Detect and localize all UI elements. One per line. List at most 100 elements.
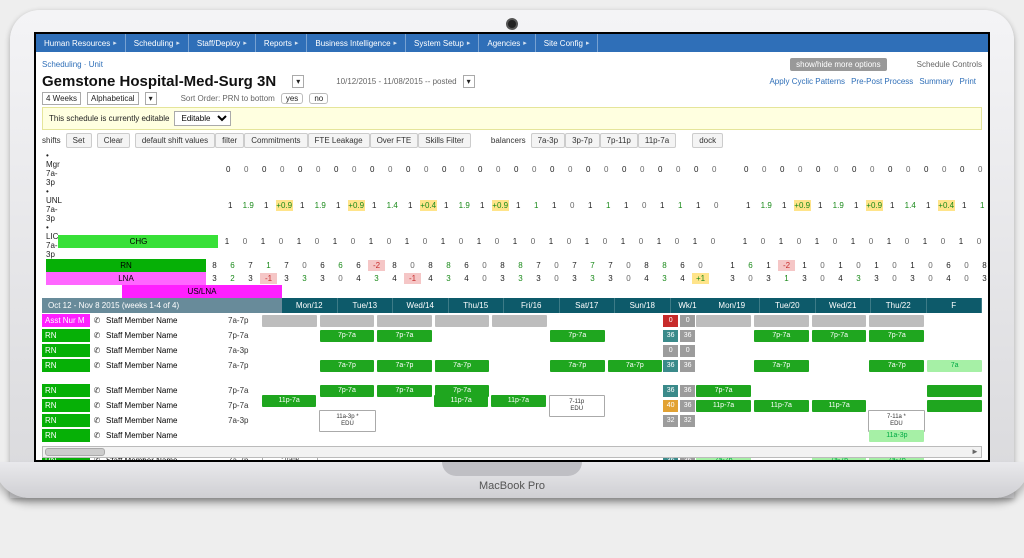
- shift-slot[interactable]: [608, 315, 663, 327]
- shift-slot[interactable]: 11a-3p: [869, 430, 924, 442]
- shift-slot[interactable]: [928, 410, 982, 422]
- nav-scheduling[interactable]: Scheduling▸: [126, 34, 189, 52]
- shift-slot[interactable]: [812, 430, 867, 442]
- shift-slot[interactable]: [377, 345, 432, 357]
- shift-slot[interactable]: [377, 315, 432, 327]
- shift-slot[interactable]: [435, 330, 490, 342]
- weeks-select[interactable]: 4 Weeks: [42, 92, 81, 105]
- shift-slot[interactable]: [550, 315, 605, 327]
- shift-slot[interactable]: 7a-7p: [435, 360, 490, 372]
- shift-slot[interactable]: 7a-7p: [550, 360, 605, 372]
- shift-slot[interactable]: [379, 410, 433, 422]
- toggle-options[interactable]: show/hide more options: [790, 58, 887, 71]
- shift-slot[interactable]: 7p-7a: [377, 330, 432, 342]
- shift-slot[interactable]: [754, 430, 809, 442]
- shift-slot[interactable]: [377, 395, 431, 407]
- shift-slot[interactable]: [696, 315, 751, 327]
- shift-slot[interactable]: [492, 345, 547, 357]
- shift-slot[interactable]: [754, 385, 809, 397]
- clear-button[interactable]: Clear: [97, 133, 130, 148]
- unit-dropdown-arrow[interactable]: ▾: [292, 75, 304, 88]
- nav-business-intelligence[interactable]: Business Intelligence▸: [307, 34, 406, 52]
- staff-name[interactable]: Staff Member Name: [104, 346, 224, 355]
- control-print[interactable]: Print: [960, 77, 976, 86]
- nav-reports[interactable]: Reports▸: [256, 34, 308, 52]
- shift-slot[interactable]: 7p-7a: [812, 330, 867, 342]
- control-apply-cyclic-patterns[interactable]: Apply Cyclic Patterns: [769, 77, 845, 86]
- shift-slot[interactable]: 7p-7a: [320, 330, 375, 342]
- shift-slot[interactable]: [696, 410, 750, 422]
- staff-name[interactable]: Staff Member Name: [104, 361, 224, 370]
- shift-slot[interactable]: 7a: [927, 360, 982, 372]
- shift-slot[interactable]: [754, 315, 809, 327]
- set-button[interactable]: Set: [66, 133, 92, 148]
- control-pre-post-process[interactable]: Pre-Post Process: [851, 77, 913, 86]
- shift-slot[interactable]: [927, 345, 982, 357]
- phone-icon[interactable]: ✆: [90, 416, 104, 425]
- shift-slot[interactable]: [493, 410, 547, 422]
- filter-skills-filter[interactable]: Skills Filter: [418, 133, 471, 148]
- shift-slot[interactable]: 11p-7a: [262, 395, 316, 407]
- shift-slot[interactable]: [262, 330, 317, 342]
- phone-icon[interactable]: ✆: [90, 386, 104, 395]
- staff-name[interactable]: Staff Member Name: [104, 431, 224, 440]
- shift-slot[interactable]: [927, 385, 982, 397]
- staff-name[interactable]: Staff Member Name: [104, 386, 224, 395]
- shift-slot[interactable]: 7p-7a: [869, 330, 924, 342]
- phone-icon[interactable]: ✆: [90, 431, 104, 440]
- shift-slot[interactable]: [320, 315, 375, 327]
- shift-slot[interactable]: [262, 430, 317, 442]
- shift-slot[interactable]: [608, 345, 663, 357]
- shift-slot[interactable]: [696, 330, 751, 342]
- balancer-7p-11p[interactable]: 7p-11p: [600, 133, 638, 148]
- shift-slot[interactable]: [696, 345, 751, 357]
- nav-staff-deploy[interactable]: Staff/Deploy▸: [189, 34, 256, 52]
- shift-slot[interactable]: [435, 315, 490, 327]
- shift-slot[interactable]: 7a-7p: [869, 360, 924, 372]
- shift-slot[interactable]: [492, 330, 547, 342]
- shift-slot[interactable]: [436, 410, 490, 422]
- shift-slot[interactable]: [927, 430, 982, 442]
- shift-slot[interactable]: 7a-7p: [320, 360, 375, 372]
- dock-button[interactable]: dock: [692, 133, 723, 148]
- staff-name[interactable]: Staff Member Name: [104, 316, 224, 325]
- sort-no[interactable]: no: [309, 93, 328, 104]
- shift-slot[interactable]: [869, 315, 924, 327]
- shift-slot[interactable]: [262, 345, 317, 357]
- nav-human-resources[interactable]: Human Resources▸: [36, 34, 126, 52]
- shift-slot[interactable]: [262, 410, 316, 422]
- shift-slot[interactable]: [320, 430, 375, 442]
- shift-slot[interactable]: [435, 345, 490, 357]
- scroll-right-arrow[interactable]: ►: [969, 447, 981, 457]
- filter-commitments[interactable]: Commitments: [244, 133, 307, 148]
- shift-slot[interactable]: 7a-7p: [754, 360, 809, 372]
- shift-slot[interactable]: [927, 315, 982, 327]
- shift-slot[interactable]: 7p-7a: [696, 385, 751, 397]
- staff-name[interactable]: Staff Member Name: [104, 331, 224, 340]
- control-summary[interactable]: Summary: [919, 77, 953, 86]
- shift-slot[interactable]: [754, 410, 808, 422]
- shift-slot[interactable]: 7p-7a: [754, 330, 809, 342]
- balancer-11p-7a[interactable]: 11p-7a: [638, 133, 676, 148]
- filter-default-shift-values[interactable]: default shift values: [135, 133, 215, 148]
- sort-select[interactable]: Alphabetical: [87, 92, 139, 105]
- shift-slot[interactable]: 11p-7a: [434, 395, 488, 407]
- phone-icon[interactable]: ✆: [90, 401, 104, 410]
- shift-slot[interactable]: [262, 315, 317, 327]
- shift-slot[interactable]: 7a-7p: [608, 360, 663, 372]
- shift-slot[interactable]: [492, 315, 547, 327]
- staff-name[interactable]: Staff Member Name: [104, 416, 224, 425]
- editable-select[interactable]: Editable: [174, 111, 231, 126]
- phone-icon[interactable]: ✆: [90, 361, 104, 370]
- shift-slot[interactable]: 7-11a *EDU: [868, 410, 924, 432]
- shift-slot[interactable]: [927, 330, 982, 342]
- period-dropdown[interactable]: ▾: [463, 75, 475, 88]
- shift-slot[interactable]: [551, 410, 605, 422]
- shift-slot[interactable]: [812, 345, 867, 357]
- phone-icon[interactable]: ✆: [90, 316, 104, 325]
- balancer-3p-7p[interactable]: 3p-7p: [565, 133, 599, 148]
- shift-slot[interactable]: [754, 345, 809, 357]
- phone-icon[interactable]: ✆: [90, 331, 104, 340]
- nav-agencies[interactable]: Agencies▸: [479, 34, 535, 52]
- sort-dropdown-arrow[interactable]: ▾: [145, 92, 157, 105]
